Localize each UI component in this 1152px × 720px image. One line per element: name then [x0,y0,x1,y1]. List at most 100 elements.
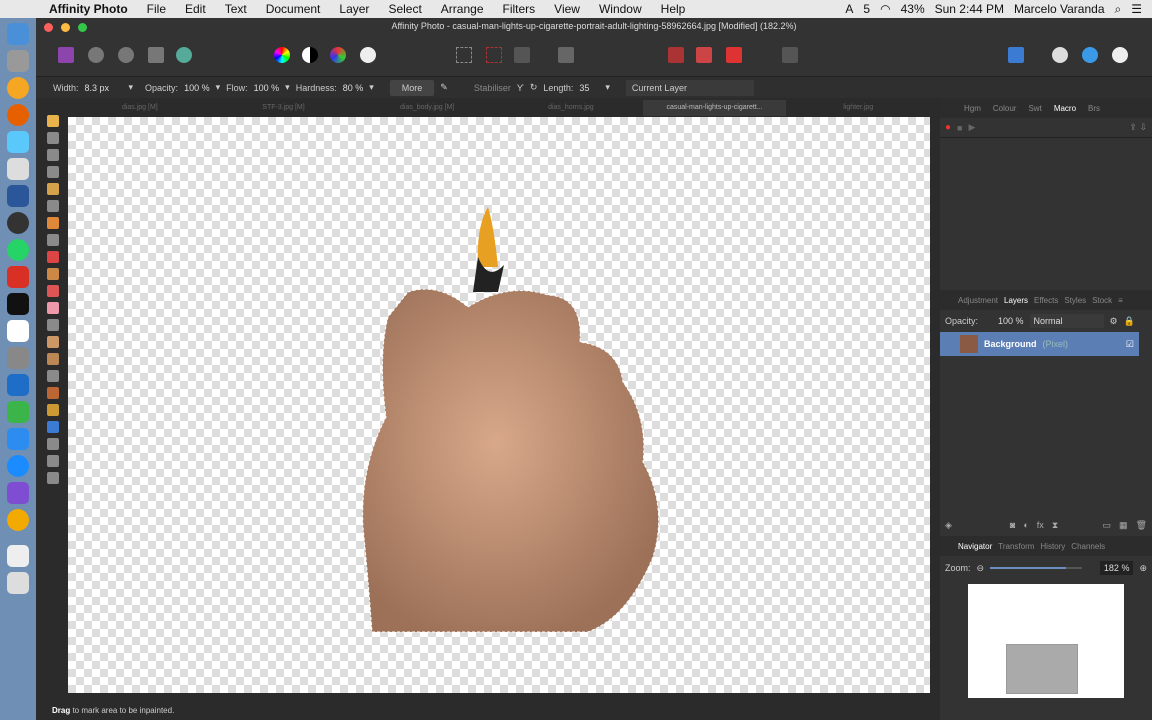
white-balance-icon[interactable] [360,47,376,63]
mode-icon[interactable] [1112,47,1128,63]
tab-transform[interactable]: Transform [998,542,1034,551]
tone-mapping-persona-icon[interactable] [148,47,164,63]
tab-styles[interactable]: Styles [1064,296,1086,305]
deselect-icon[interactable] [486,47,502,63]
chrome-icon[interactable] [7,77,29,99]
tab-effects[interactable]: Effects [1034,296,1058,305]
app-icon[interactable] [7,509,29,531]
flood-fill-tool-icon[interactable] [47,234,59,246]
close-button[interactable] [44,23,53,32]
minimize-button[interactable] [61,23,70,32]
width-field[interactable]: 8.3 px [85,83,123,93]
doc-tab[interactable]: lighter.jpg [786,100,930,116]
hand-tool-icon[interactable] [47,115,59,127]
flow-field[interactable]: 100 % [254,83,280,93]
panel-menu-icon[interactable]: ≡ [1118,296,1123,305]
tab-navigator[interactable]: Navigator [958,542,992,551]
wifi-icon[interactable]: ◠ [880,2,890,16]
export-persona-icon[interactable] [176,47,192,63]
downloads-icon[interactable] [7,545,29,567]
play-icon[interactable]: ▶ [968,122,975,133]
crop-tool-icon[interactable] [47,166,59,178]
tab-brushes[interactable]: Brs [1088,104,1100,113]
develop-persona-icon[interactable] [118,47,134,63]
layer-opacity-field[interactable]: 100 % [998,316,1024,326]
battery-percent[interactable]: 43% [901,2,925,16]
menu-select[interactable]: Select [388,2,421,16]
window-mode-icon[interactable]: ↻ [530,82,538,93]
adjustment-icon[interactable]: ◐ [1023,520,1028,530]
layer-row[interactable]: Background (Pixel) ☑ [940,332,1139,356]
app-icon[interactable] [7,374,29,396]
gradient-tool-icon[interactable] [47,251,59,263]
quicktime-icon[interactable] [7,212,29,234]
record-icon[interactable]: ● [945,122,951,133]
pen-tool-icon[interactable] [47,387,59,399]
navigator-viewport[interactable] [1006,644,1078,694]
zoom-field[interactable]: 182 % [1099,561,1134,575]
color-picker-tool-icon[interactable] [47,149,59,161]
doc-tab[interactable]: dias_body.jpg [M] [355,100,499,116]
app-icon[interactable] [7,428,29,450]
mode-icon[interactable] [1052,47,1068,63]
mask-icon[interactable]: ◙ [1010,520,1015,530]
user-name[interactable]: Marcelo Varanda [1014,2,1105,16]
app-icon[interactable] [7,347,29,369]
levels-icon[interactable] [274,47,290,63]
clock[interactable]: Sun 2:44 PM [935,2,1004,16]
lock-icon[interactable]: 🔒 [1124,316,1135,327]
flood-select-tool-icon[interactable] [47,200,59,212]
folder-icon[interactable] [7,131,29,153]
zoom-button[interactable] [78,23,87,32]
layers-icon[interactable]: ◈ [945,520,952,531]
mode-icon[interactable] [1082,47,1098,63]
doc-tab[interactable]: dias_horns.jpg [499,100,643,116]
fx-icon[interactable]: fx [1037,520,1044,530]
marquee-tool-icon[interactable] [47,217,59,229]
tab-channels[interactable]: Channels [1071,542,1105,551]
smudge-tool-icon[interactable] [47,353,59,365]
whatsapp-icon[interactable] [7,239,29,261]
inpainting-tool-icon[interactable] [47,285,59,297]
tab-history[interactable]: History [1040,542,1065,551]
opacity-field[interactable]: 100 % [184,83,210,93]
snapping-icon[interactable] [696,47,712,63]
affinity-photo-icon[interactable] [7,482,29,504]
tab-histogram[interactable]: Hgm [964,104,981,113]
doc-tab-active[interactable]: casual-man-lights-up-cigarett... [642,100,787,116]
spotlight-icon[interactable]: ⌕ [1115,2,1122,17]
black-white-icon[interactable] [302,47,318,63]
selection-brush-tool-icon[interactable] [47,183,59,195]
length-field[interactable]: 35 [579,83,599,93]
tab-colour[interactable]: Colour [993,104,1017,113]
invert-selection-icon[interactable] [514,47,530,63]
menu-help[interactable]: Help [661,2,686,16]
hardness-field[interactable]: 80 % [343,83,364,93]
canvas[interactable] [68,117,930,693]
menu-layer[interactable]: Layer [339,2,369,16]
source-select[interactable]: Current Layer [625,79,754,96]
blend-mode-select[interactable]: Normal [1029,314,1104,328]
erase-brush-tool-icon[interactable] [47,302,59,314]
live-filter-icon[interactable]: ⧗ [1052,520,1058,531]
trash-icon[interactable] [7,572,29,594]
menu-arrange[interactable]: Arrange [441,2,484,16]
terminal-icon[interactable] [7,293,29,315]
blur-tool-icon[interactable] [47,370,59,382]
snap-magnet-icon[interactable] [726,47,742,63]
rope-mode-icon[interactable]: ϒ [517,83,524,93]
more-button[interactable]: More [389,79,435,96]
photo-persona-icon[interactable] [58,47,74,63]
menu-window[interactable]: Window [599,2,642,16]
pressure-icon[interactable]: ✎ [440,82,448,93]
notification-icon[interactable]: ☰ [1131,2,1142,16]
assistant-icon[interactable] [1008,47,1024,63]
tab-macro[interactable]: Macro [1054,104,1076,113]
menu-view[interactable]: View [554,2,580,16]
adobe-icon[interactable]: A [845,2,853,16]
tab-swatches[interactable]: Swt [1028,104,1041,113]
text-tool-icon[interactable] [47,438,59,450]
add-layer-icon[interactable]: ▦ [1119,520,1128,531]
doc-tab[interactable]: dias.jpg [M] [68,100,212,116]
gear-icon[interactable]: ⚙ [1110,316,1118,327]
